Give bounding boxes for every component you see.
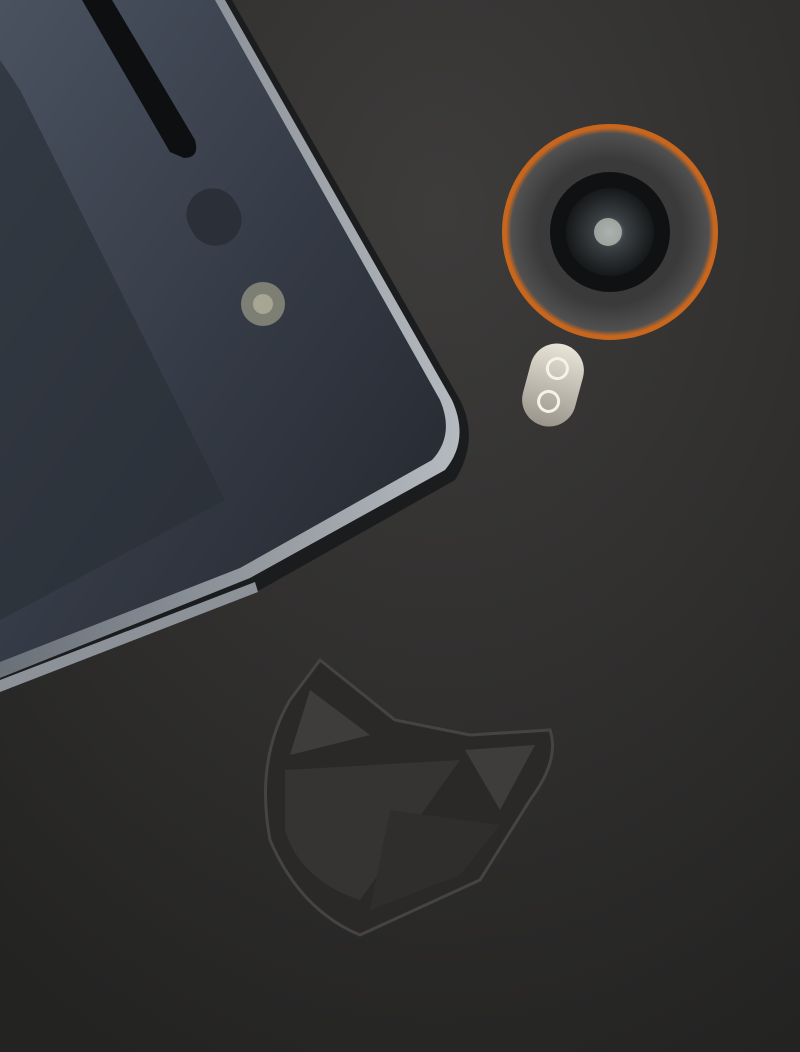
rear-camera-icon bbox=[502, 124, 718, 340]
photo-scene bbox=[0, 0, 800, 1052]
